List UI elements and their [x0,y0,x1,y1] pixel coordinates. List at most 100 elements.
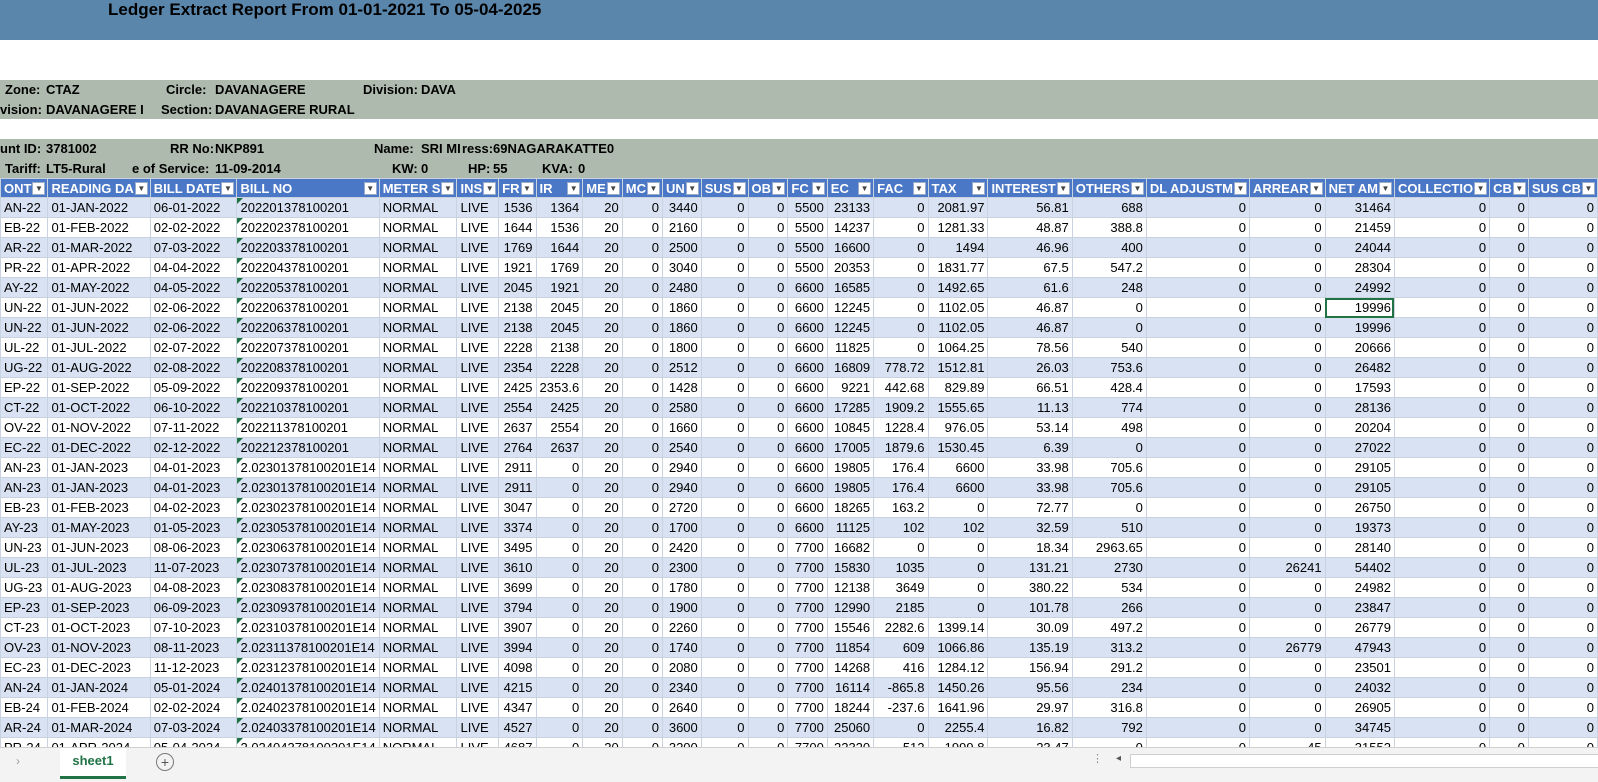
table-cell[interactable]: 6.39 [987,437,1073,458]
table-cell[interactable]: 0 [700,277,749,298]
table-cell[interactable]: 0 [873,257,929,278]
table-cell[interactable]: 2640 [661,697,702,718]
table-cell[interactable]: 6600 [787,317,828,338]
table-cell[interactable]: LIVE [456,617,500,638]
table-cell[interactable]: 0 [747,737,789,747]
table-cell[interactable]: 534 [1071,577,1147,598]
table-cell[interactable]: 20 [582,597,623,618]
table-cell[interactable]: LIVE [456,317,500,338]
table-cell[interactable]: 4215 [498,677,537,698]
table-cell[interactable]: EB-24 [0,697,49,718]
table-cell[interactable]: EC-22 [0,437,49,458]
table-cell[interactable]: 3495 [498,537,537,558]
table-cell[interactable]: 1921 [498,257,537,278]
table-cell[interactable]: 20 [582,477,623,498]
table-cell[interactable]: 202204378100201 [236,257,380,278]
table-cell[interactable]: 26241 [1248,557,1326,578]
blank-row[interactable] [0,119,1598,140]
table-cell[interactable]: 2730 [1071,557,1147,578]
table-cell[interactable]: 2963.65 [1071,537,1147,558]
table-cell[interactable]: 0 [621,697,663,718]
table-cell[interactable]: 20 [582,677,623,698]
table-cell[interactable]: 27022 [1324,437,1395,458]
table-cell[interactable]: LIVE [456,437,500,458]
table-cell[interactable]: 08-06-2023 [149,537,238,558]
table-cell[interactable]: 2260 [661,617,702,638]
table-cell[interactable]: 2255.4 [927,717,989,738]
table-cell[interactable]: 202203378100201 [236,237,380,258]
table-cell[interactable]: NORMAL [378,437,458,458]
table-cell[interactable]: 7700 [787,737,828,747]
table-cell[interactable]: 0 [700,717,749,738]
table-cell[interactable]: 1102.05 [927,297,989,318]
table-cell[interactable]: 14237 [826,217,875,238]
table-cell[interactable]: 0 [1489,297,1529,318]
table-cell[interactable]: 0 [1248,537,1326,558]
table-cell[interactable]: 0 [700,377,749,398]
table-cell[interactable]: NORMAL [378,337,458,358]
table-cell[interactable]: 2138 [535,337,584,358]
table-cell[interactable]: 61.6 [987,277,1073,298]
table-cell[interactable]: 20 [582,557,623,578]
table-cell[interactable]: 0 [1071,297,1147,318]
table-cell[interactable]: 01-JAN-2023 [47,457,151,478]
table-cell[interactable]: 29105 [1324,457,1395,478]
table-cell[interactable]: LIVE [456,597,500,618]
table-cell[interactable]: NORMAL [378,457,458,478]
table-cell[interactable]: 400 [1071,237,1147,258]
table-cell[interactable]: 0 [621,357,663,378]
table-cell[interactable]: 1769 [498,237,537,258]
table-cell[interactable]: 202212378100201 [236,437,380,458]
table-cell[interactable]: 5500 [787,197,828,218]
table-cell[interactable]: 0 [621,637,663,658]
table-cell[interactable]: LIVE [456,657,500,678]
table-cell[interactable]: 20 [582,417,623,438]
table-cell[interactable]: 16114 [826,677,875,698]
table-cell[interactable]: 0 [873,277,929,298]
table-cell[interactable]: 0 [1145,277,1250,298]
table-cell[interactable]: 0 [1489,537,1529,558]
table-cell[interactable]: 829.89 [927,377,989,398]
table-cell[interactable]: AN-23 [0,477,49,498]
table-cell[interactable]: 0 [1145,237,1250,258]
table-cell[interactable]: 0 [1489,217,1529,238]
table-cell[interactable]: 2.02305378100201E14 [236,517,380,538]
table-cell[interactable]: 4527 [498,717,537,738]
table-cell[interactable]: 0 [1527,517,1598,538]
table-cell[interactable]: 0 [1489,237,1529,258]
table-cell[interactable]: 08-11-2023 [149,637,238,658]
table-cell[interactable]: 416 [873,657,929,678]
table-cell[interactable]: 0 [1393,657,1491,678]
table-cell[interactable]: NORMAL [378,637,458,658]
table-cell[interactable]: 24992 [1324,277,1395,298]
table-cell[interactable]: LIVE [456,377,500,398]
table-cell[interactable]: 20 [582,737,623,747]
table-cell[interactable]: 0 [1489,637,1529,658]
table-cell[interactable]: 0 [747,297,789,318]
table-cell[interactable]: UL-23 [0,557,49,578]
table-cell[interactable]: 20 [582,277,623,298]
table-cell[interactable]: 0 [1527,297,1598,318]
table-cell[interactable]: 16682 [826,537,875,558]
table-cell[interactable]: UN-22 [0,317,49,338]
table-cell[interactable]: 0 [700,597,749,618]
table-cell[interactable]: 01-FEB-2022 [47,217,151,238]
table-cell[interactable]: NORMAL [378,317,458,338]
table-cell[interactable]: 0 [1489,457,1529,478]
table-cell[interactable]: 0 [621,397,663,418]
table-cell[interactable]: 02-06-2022 [149,297,238,318]
table-cell[interactable]: NORMAL [378,557,458,578]
table-cell[interactable]: 0 [1489,677,1529,698]
table-cell[interactable]: AR-22 [0,237,49,258]
table-cell[interactable]: 02-07-2022 [149,337,238,358]
table-cell[interactable]: 0 [535,737,584,747]
table-cell[interactable]: 0 [700,397,749,418]
table-cell[interactable]: 06-10-2022 [149,397,238,418]
table-cell[interactable]: 0 [747,657,789,678]
table-cell[interactable]: 0 [747,337,789,358]
table-cell[interactable]: 0 [621,277,663,298]
table-cell[interactable]: 0 [1393,577,1491,598]
table-cell[interactable]: 0 [1248,677,1326,698]
table-cell[interactable]: 0 [1248,337,1326,358]
table-cell[interactable]: 1900 [661,597,702,618]
